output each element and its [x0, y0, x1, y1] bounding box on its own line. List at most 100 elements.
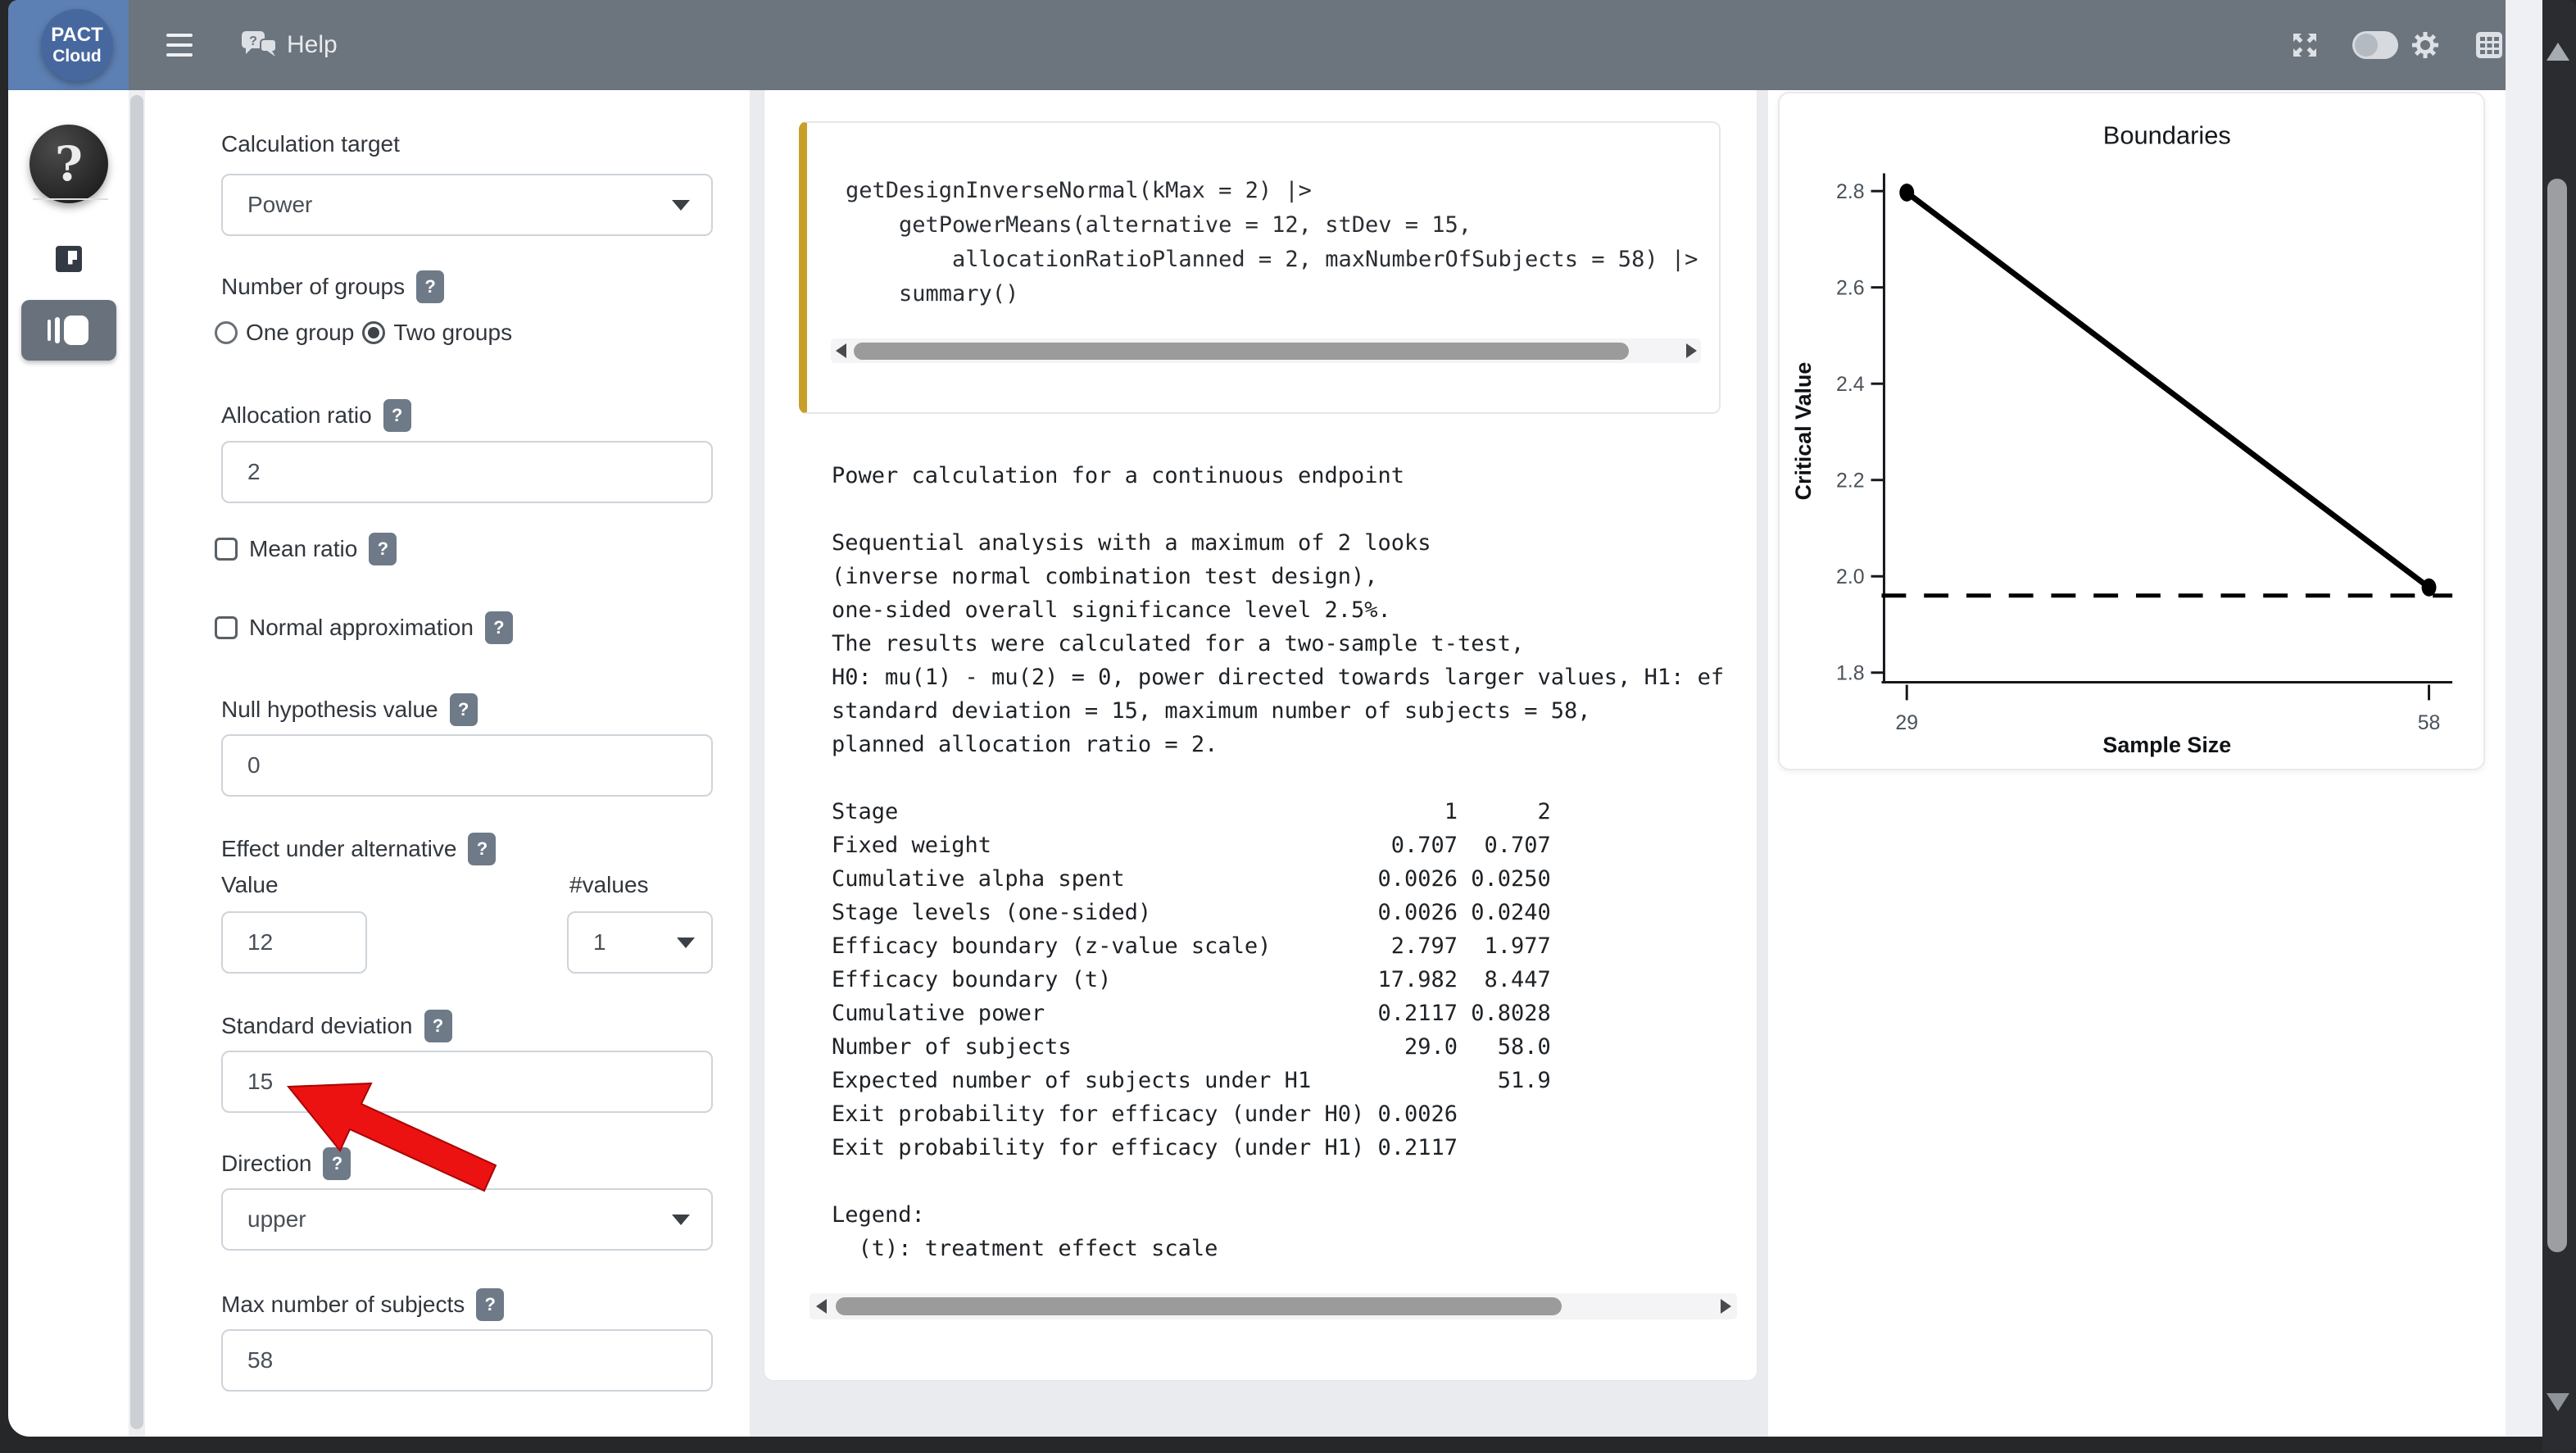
effect-nvalues-value: 1 — [593, 929, 606, 956]
code-hscrollbar-thumb[interactable] — [854, 343, 1629, 360]
normal-approximation-label: Normal approximation — [249, 615, 474, 641]
number-of-groups-label-row: Number of groups ? — [221, 270, 444, 303]
panel-layout-icon — [46, 312, 92, 348]
chevron-down-icon — [672, 200, 690, 211]
page-vscrollbar-thumb[interactable] — [2547, 179, 2567, 1252]
apps-grid-icon[interactable] — [2474, 30, 2504, 60]
null-hypothesis-value: 0 — [247, 752, 261, 779]
max-subjects-label-row: Max number of subjects ? — [221, 1288, 504, 1321]
top-bar — [8, 0, 2506, 90]
code-text: getDesignInverseNormal(kMax = 2) |> getP… — [846, 174, 1712, 321]
help-label: Help — [287, 31, 338, 59]
number-of-groups-radio-row: One group Two groups — [215, 320, 512, 346]
fullscreen-expand-icon[interactable] — [2290, 30, 2320, 60]
help-badge-icon[interactable]: ? — [450, 693, 478, 726]
output-hscrollbar-thumb[interactable] — [836, 1297, 1562, 1315]
form-scrollbar-thumb[interactable] — [130, 95, 143, 1429]
sidebar-divider — [33, 198, 108, 200]
radio-two-groups-label: Two groups — [393, 320, 512, 346]
standard-deviation-label-row: Standard deviation ? — [221, 1010, 452, 1042]
effect-nvalues-select[interactable]: 1 — [567, 911, 713, 974]
chevron-down-icon — [672, 1215, 690, 1225]
svg-text:Sample Size: Sample Size — [2102, 733, 2231, 757]
logo-line1: PACT — [51, 25, 103, 46]
svg-text:2.0: 2.0 — [1836, 565, 1865, 588]
scroll-right-icon[interactable] — [1721, 1299, 1731, 1314]
help-bubbles-icon: ? — [241, 29, 279, 61]
svg-text:2.2: 2.2 — [1836, 470, 1865, 493]
toggle-knob-icon — [2355, 34, 2378, 57]
help-badge-icon[interactable]: ? — [383, 399, 411, 432]
effect-value-label: Value — [221, 872, 279, 898]
help-badge-icon[interactable]: ? — [468, 833, 496, 865]
radio-one-group-label: One group — [246, 320, 354, 346]
effect-value-input[interactable]: 12 — [221, 911, 367, 974]
scroll-left-icon[interactable] — [816, 1299, 827, 1314]
output-text: Power calculation for a continuous endpo… — [832, 459, 1725, 1288]
allocation-ratio-label-row: Allocation ratio ? — [221, 399, 411, 432]
pact-cloud-logo-icon: PACT Cloud — [41, 9, 113, 81]
settings-gear-icon[interactable] — [2410, 30, 2440, 60]
sidebar — [8, 90, 129, 1437]
svg-text:29: 29 — [1895, 711, 1918, 734]
effect-alternative-label-row: Effect under alternative ? — [221, 833, 496, 865]
max-subjects-input[interactable]: 58 — [221, 1329, 713, 1392]
svg-text:2.8: 2.8 — [1836, 180, 1865, 203]
theme-toggle[interactable] — [2352, 31, 2398, 59]
help-badge-icon[interactable]: ? — [485, 611, 513, 644]
svg-text:2.4: 2.4 — [1836, 373, 1865, 396]
scroll-up-icon[interactable] — [2547, 43, 2569, 61]
calculation-target-value: Power — [247, 192, 312, 218]
standard-deviation-label: Standard deviation — [221, 1013, 413, 1039]
calculation-target-select[interactable]: Power — [221, 174, 713, 236]
red-annotation-arrow-icon — [279, 1062, 508, 1201]
menu-hamburger-icon[interactable] — [166, 34, 193, 57]
standard-deviation-value: 15 — [247, 1069, 273, 1095]
allocation-ratio-value: 2 — [247, 459, 261, 485]
direction-value: upper — [247, 1206, 306, 1233]
avatar-question-glyph: ? — [55, 136, 83, 192]
logo-line2: Cloud — [52, 47, 101, 66]
effect-alternative-label: Effect under alternative — [221, 836, 456, 862]
number-of-groups-label: Number of groups — [221, 274, 405, 300]
effect-value-label-row: Value — [221, 872, 279, 898]
help-badge-icon[interactable]: ? — [369, 533, 397, 565]
mean-ratio-checkbox[interactable] — [215, 538, 238, 561]
null-hypothesis-label-row: Null hypothesis value ? — [221, 693, 478, 726]
help-button[interactable]: ? Help — [241, 25, 338, 66]
chevron-down-icon — [677, 938, 695, 948]
radio-one-group[interactable] — [215, 321, 238, 344]
scrollbar-gutter — [2506, 0, 2542, 1437]
svg-text:Boundaries: Boundaries — [2103, 121, 2231, 150]
sidebar-item-selected[interactable] — [21, 300, 116, 361]
svg-text:Critical Value: Critical Value — [1791, 362, 1816, 501]
effect-nvalues-label-row: #values — [569, 872, 649, 898]
app-logo[interactable]: PACT Cloud — [8, 0, 129, 90]
svg-text:1.8: 1.8 — [1836, 662, 1865, 685]
app-window: PACT Cloud ? Help — [0, 0, 2576, 1453]
sidebar-item-flip-icon[interactable] — [56, 246, 82, 272]
help-badge-icon[interactable]: ? — [416, 270, 444, 303]
scroll-down-icon[interactable] — [2547, 1393, 2569, 1411]
allocation-ratio-input[interactable]: 2 — [221, 441, 713, 503]
scroll-right-icon[interactable] — [1686, 343, 1697, 358]
max-subjects-value: 58 — [247, 1347, 273, 1374]
allocation-ratio-label: Allocation ratio — [221, 402, 372, 429]
svg-text:?: ? — [249, 34, 257, 48]
mean-ratio-row: Mean ratio ? — [215, 533, 397, 565]
radio-two-groups[interactable] — [362, 321, 385, 344]
boundaries-chart-svg: Boundaries Sample Size Critical Value 1.8 2.… — [1780, 93, 2483, 769]
null-hypothesis-input[interactable]: 0 — [221, 734, 713, 797]
effect-value: 12 — [247, 929, 273, 956]
normal-approximation-row: Normal approximation ? — [215, 611, 513, 644]
normal-approximation-checkbox[interactable] — [215, 616, 238, 639]
svg-text:58: 58 — [2418, 711, 2441, 734]
scroll-left-icon[interactable] — [836, 343, 846, 358]
help-badge-icon[interactable]: ? — [424, 1010, 452, 1042]
help-badge-icon[interactable]: ? — [476, 1288, 504, 1321]
max-subjects-label: Max number of subjects — [221, 1292, 465, 1318]
null-hypothesis-label: Null hypothesis value — [221, 697, 438, 723]
calculation-target-label-row: Calculation target — [221, 131, 400, 157]
boundaries-chart-card: Boundaries Sample Size Critical Value 1.8 2.… — [1778, 92, 2485, 770]
avatar[interactable]: ? — [29, 125, 108, 203]
